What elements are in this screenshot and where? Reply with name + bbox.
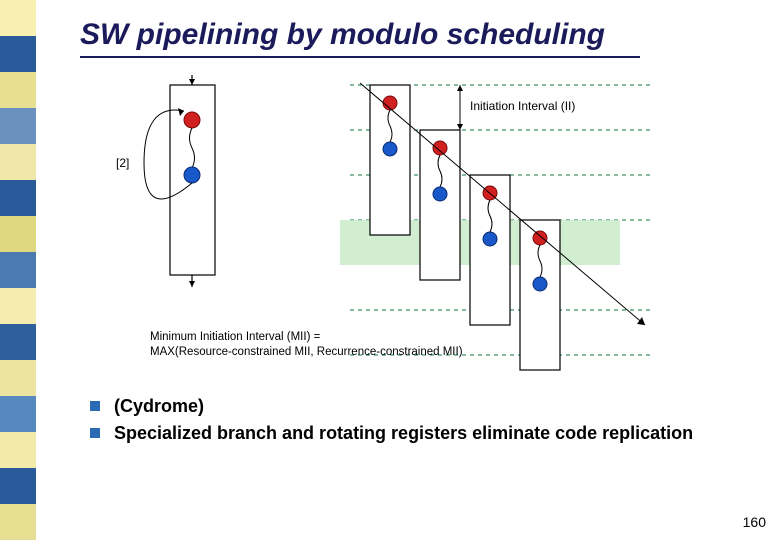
diagram: [2] Initiation Interval (II) Minimum Ini…	[110, 75, 650, 385]
bullet-icon	[90, 428, 100, 438]
sidebar-bar	[0, 36, 36, 72]
sidebar-bar	[0, 144, 36, 180]
sidebar-bar	[0, 0, 36, 36]
page-number: 160	[743, 514, 766, 530]
bullet-list: (Cydrome) Specialized branch and rotatin…	[90, 395, 710, 450]
ii-label: Initiation Interval (II)	[470, 99, 575, 113]
sidebar-bar	[0, 180, 36, 216]
sidebar-bar	[0, 432, 36, 468]
sidebar-bar	[0, 360, 36, 396]
bullet-item: (Cydrome)	[90, 395, 710, 418]
sidebar-bar	[0, 396, 36, 432]
sidebar-bar	[0, 72, 36, 108]
bullet-text: (Cydrome)	[114, 395, 204, 418]
loop-label: [2]	[116, 156, 129, 170]
sidebar-bar	[0, 288, 36, 324]
bullet-text: Specialized branch and rotating register…	[114, 422, 693, 445]
bullet-icon	[90, 401, 100, 411]
sidebar-bar	[0, 468, 36, 504]
sidebar-bar	[0, 108, 36, 144]
mii-text-1: Minimum Initiation Interval (MII) =	[150, 331, 321, 343]
sidebar-bar	[0, 216, 36, 252]
slide-title: SW pipelining by modulo scheduling	[80, 18, 605, 52]
sidebar-bar	[0, 504, 36, 540]
sidebar-bar	[0, 252, 36, 288]
title-underline	[80, 56, 640, 58]
sidebar-bar	[0, 324, 36, 360]
sidebar-decoration	[0, 0, 36, 540]
bullet-item: Specialized branch and rotating register…	[90, 422, 710, 445]
mii-text-2: MAX(Resource-constrained MII, Recurrence…	[150, 346, 463, 358]
